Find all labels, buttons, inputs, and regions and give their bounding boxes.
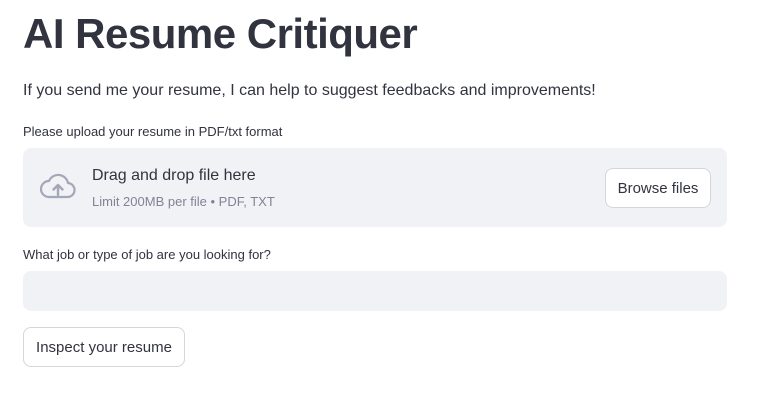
browse-files-button[interactable]: Browse files — [605, 168, 711, 208]
file-dropzone[interactable]: Drag and drop file here Limit 200MB per … — [23, 148, 727, 227]
cloud-upload-icon — [39, 172, 77, 202]
upload-limit-text: Limit 200MB per file • PDF, TXT — [92, 194, 275, 209]
job-input[interactable] — [23, 271, 727, 311]
drop-title: Drag and drop file here — [92, 167, 256, 184]
intro-text: If you send me your resume, I can help t… — [23, 82, 596, 99]
upload-label: Please upload your resume in PDF/txt for… — [23, 124, 283, 139]
job-label: What job or type of job are you looking … — [23, 247, 271, 262]
page-title: AI Resume Critiquer — [23, 10, 418, 57]
inspect-resume-button[interactable]: Inspect your resume — [23, 327, 185, 367]
